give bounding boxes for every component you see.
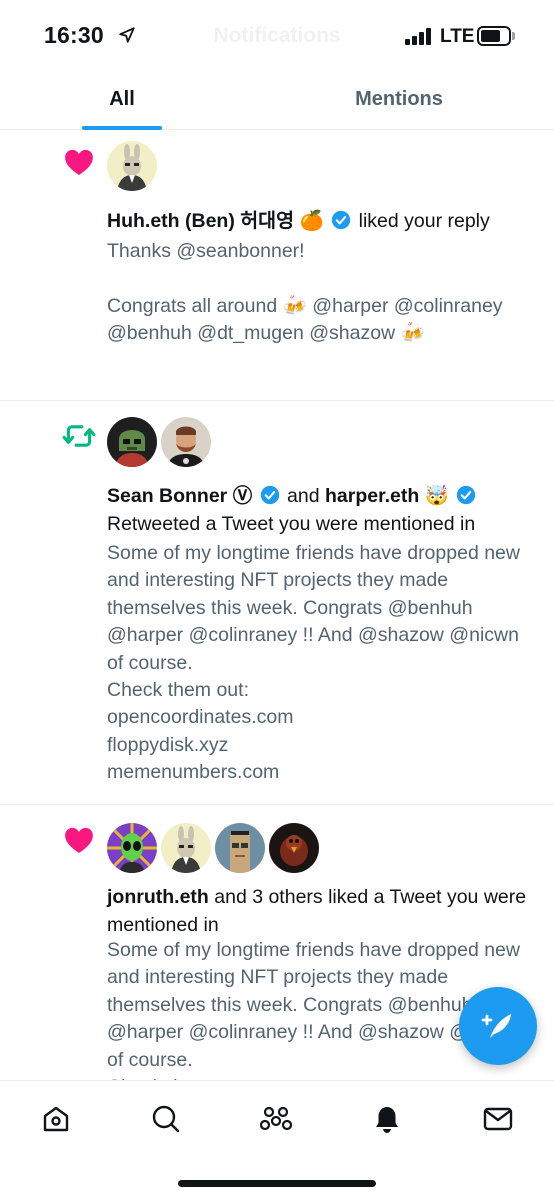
notification-action: Retweeted a Tweet you were mentioned in: [107, 513, 476, 535]
nav-spaces[interactable]: [258, 1101, 294, 1137]
notification-item[interactable]: Huh.eth (Ben) 허대영 🍊 liked your reply Tha…: [0, 131, 554, 401]
actor-name[interactable]: Sean Bonner Ⓥ: [107, 485, 252, 507]
spaces-icon: [259, 1106, 293, 1131]
compose-tweet-icon: [481, 1014, 511, 1038]
signal-icon: [405, 28, 433, 45]
heart-icon: [65, 827, 93, 854]
notification-headline: Huh.eth (Ben) 허대영 🍊 liked your reply: [107, 207, 537, 235]
notification-item[interactable]: Sean Bonner Ⓥ and harper.eth 🤯 Retweeted…: [0, 401, 554, 805]
notification-headline: jonruth.eth and 3 others liked a Tweet y…: [107, 883, 537, 939]
avatar[interactable]: [107, 141, 157, 191]
active-tab-indicator: [82, 126, 162, 130]
nav-home[interactable]: [38, 1101, 74, 1137]
battery-cap: [512, 32, 515, 40]
nav-notifications[interactable]: [369, 1101, 405, 1137]
search-icon: [152, 1105, 180, 1133]
actor-avatars: [107, 141, 157, 191]
avatar[interactable]: [107, 823, 157, 873]
tab-all-label: All: [109, 88, 135, 110]
nav-messages[interactable]: [480, 1101, 516, 1137]
verified-badge-icon: [332, 210, 351, 230]
tab-mentions-label: Mentions: [355, 88, 443, 110]
home-indicator[interactable]: [178, 1180, 376, 1187]
battery-icon: [477, 26, 511, 46]
network-type: LTE: [440, 26, 475, 47]
actor-name[interactable]: jonruth.eth: [107, 886, 209, 908]
heart-icon: [65, 149, 93, 176]
verified-badge-icon: [260, 485, 279, 505]
avatar[interactable]: [161, 417, 211, 467]
connector-text: and: [287, 485, 320, 507]
compose-tweet-button[interactable]: [459, 987, 537, 1065]
verified-badge-icon: [457, 485, 476, 505]
tweet-body[interactable]: Some of my longtime friends have dropped…: [107, 540, 537, 787]
tab-mentions[interactable]: Mentions: [330, 74, 468, 130]
avatar[interactable]: [107, 417, 157, 467]
actor-avatars: [107, 417, 211, 467]
retweet-icon: [62, 425, 96, 447]
avatar[interactable]: [161, 823, 211, 873]
notifications-feed[interactable]: Huh.eth (Ben) 허대영 🍊 liked your reply Tha…: [0, 131, 554, 1080]
avatar[interactable]: [215, 823, 265, 873]
avatar[interactable]: [269, 823, 319, 873]
home-icon: [43, 1106, 69, 1132]
actor-name[interactable]: Huh.eth (Ben) 허대영 🍊: [107, 210, 324, 232]
status-bar: 16:30 Notifications LTE: [0, 0, 554, 74]
tab-all[interactable]: All: [82, 74, 162, 130]
notification-action: liked your reply: [358, 210, 490, 232]
notifications-bell-icon: [376, 1107, 398, 1133]
nav-search[interactable]: [148, 1101, 184, 1137]
tweet-body[interactable]: Thanks @seanbonner! Congrats all around …: [107, 238, 537, 348]
actor-name[interactable]: harper.eth 🤯: [325, 485, 449, 507]
notification-tabs: All Mentions: [0, 74, 554, 130]
actor-avatars: [107, 823, 319, 873]
messages-icon: [483, 1107, 513, 1131]
notification-headline: Sean Bonner Ⓥ and harper.eth 🤯 Retweeted…: [107, 482, 537, 538]
